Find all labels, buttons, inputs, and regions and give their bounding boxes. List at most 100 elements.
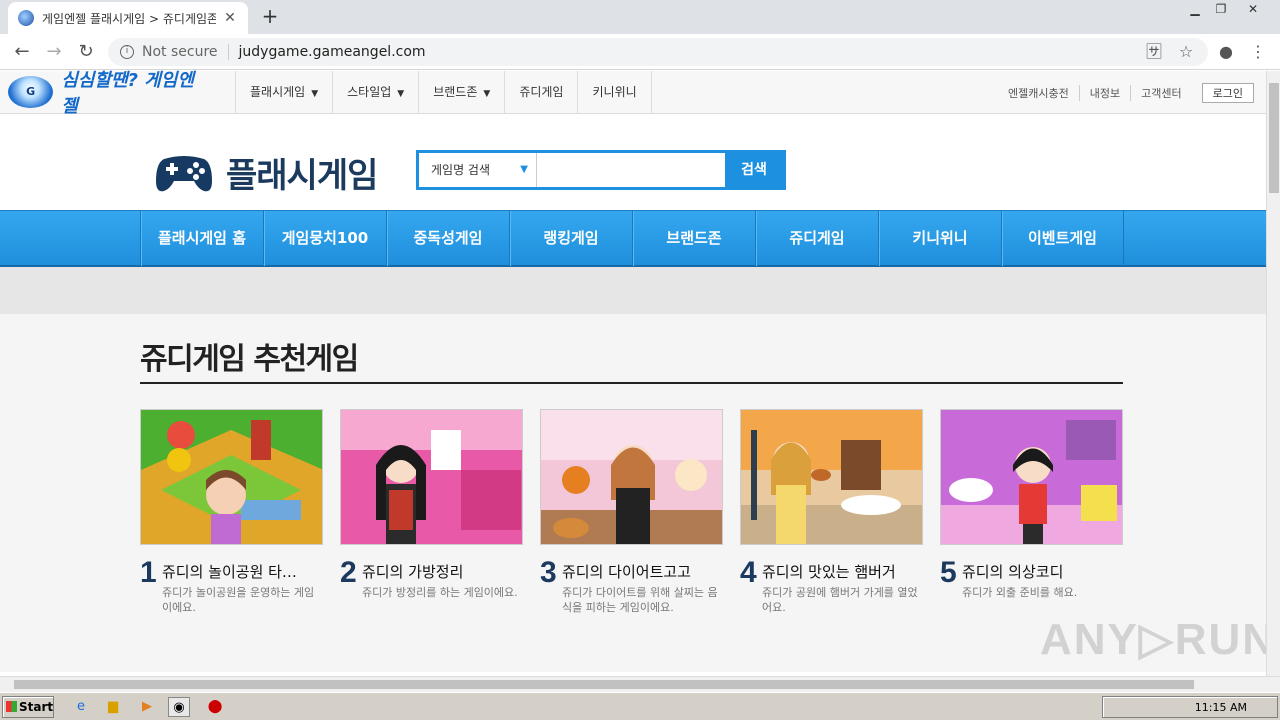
game-thumbnail[interactable]: [940, 409, 1123, 545]
horizontal-scrollbar[interactable]: [0, 676, 1280, 692]
close-tab-icon[interactable]: ✕: [222, 10, 238, 26]
top-links: 엔젤캐시충전 내정보 고객센터 로그인: [998, 83, 1254, 103]
nav-ranking-games[interactable]: 랭킹게임: [509, 211, 632, 266]
chevron-down-icon: ▼: [520, 164, 528, 175]
dropdown-arrow-icon: ▼: [397, 89, 405, 99]
top-menu-label: 브랜드존: [433, 85, 478, 99]
game-card[interactable]: 5 쥬디의 의상코디 쥬디가 외출 준비를 해요.: [940, 409, 1123, 615]
game-rank: 1: [140, 556, 157, 589]
search-type-select[interactable]: 게임명 검색 ▼: [419, 153, 537, 187]
stop-icon[interactable]: ⬤: [204, 697, 226, 717]
vertical-scroll-thumb[interactable]: [1269, 83, 1279, 193]
top-menu-flashgame[interactable]: 플래시게임 ▼: [235, 71, 332, 113]
cash-charge-link[interactable]: 엔젤캐시충전: [998, 85, 1080, 101]
game-title[interactable]: 쥬디의 다이어트고고: [562, 557, 723, 582]
nav-game-bundle-100[interactable]: 게임뭉치100: [263, 211, 386, 266]
top-menu-brandzone[interactable]: 브랜드존 ▼: [418, 71, 504, 113]
close-window-icon[interactable]: ✕: [1240, 0, 1266, 20]
profile-avatar-icon[interactable]: ●: [1216, 42, 1236, 62]
back-icon[interactable]: ←: [10, 40, 34, 64]
clock: 11:15 AM: [1194, 700, 1247, 714]
search-input[interactable]: [537, 153, 725, 187]
game-title[interactable]: 쥬디의 맛있는 햄버거: [762, 557, 923, 582]
gamepad-icon: [156, 155, 212, 191]
nav-kinywiny[interactable]: 키니위니: [878, 211, 1001, 266]
top-menu-label: 쥬디게임: [519, 85, 564, 99]
chrome-icon[interactable]: ◉: [168, 697, 190, 717]
section-divider: [140, 382, 1123, 384]
game-list: 1 쥬디의 놀이공원 타… 쥬디가 놀이공원을 운영하는 게임이에요. 2 쥬디…: [140, 409, 1140, 615]
top-menu: 플래시게임 ▼ 스타일업 ▼ 브랜드존 ▼ 쥬디게임 키니위니: [235, 71, 652, 113]
customer-center-link[interactable]: 고객센터: [1131, 85, 1191, 101]
dropdown-arrow-icon: ▼: [311, 89, 319, 99]
media-player-icon[interactable]: ▶: [136, 697, 158, 717]
browser-tab[interactable]: 게임엔젤 플래시게임 > 쥬디게임존 ✕: [8, 2, 248, 34]
top-menu-label: 스타일업: [347, 85, 392, 99]
site-header: 플래시게임 게임명 검색 ▼ 검색: [0, 114, 1266, 210]
menu-kebab-icon[interactable]: ⋮: [1248, 42, 1268, 62]
login-button[interactable]: 로그인: [1201, 83, 1254, 103]
game-description: 쥬디가 다이어트를 위해 살찌는 음식을 피하는 게임이에요.: [562, 586, 718, 614]
new-tab-button[interactable]: +: [258, 4, 282, 28]
top-menu-judygame[interactable]: 쥬디게임: [504, 71, 577, 113]
game-thumbnail[interactable]: [340, 409, 523, 545]
logo-text: 심심할땐? 게임엔젤: [61, 70, 194, 117]
browser-toolbar: ← → ↻ i Not secure judygame.gameangel.co…: [0, 34, 1280, 70]
game-thumbnail[interactable]: [540, 409, 723, 545]
top-menu-kinywiny[interactable]: 키니위니: [577, 71, 652, 113]
game-title[interactable]: 쥬디의 놀이공원 타…: [162, 557, 323, 582]
gray-band: [0, 267, 1266, 314]
section-title: 쥬디게임 추천게임: [140, 342, 359, 377]
game-thumbnail[interactable]: [140, 409, 323, 545]
not-secure-label: Not secure: [142, 44, 218, 60]
game-description: 쥬디가 놀이공원을 운영하는 게임이에요.: [162, 586, 315, 614]
horizontal-scroll-thumb[interactable]: [14, 680, 1194, 689]
site-top-bar: G 심심할땐? 게임엔젤 플래시게임 ▼ 스타일업 ▼ 브랜드존 ▼ 쥬디게임 키니위…: [0, 70, 1266, 117]
nav-event-games[interactable]: 이벤트게임: [1001, 211, 1124, 266]
game-rank: 4: [740, 556, 757, 589]
game-card[interactable]: 1 쥬디의 놀이공원 타… 쥬디가 놀이공원을 운영하는 게임이에요.: [140, 409, 323, 615]
nav-addictive-games[interactable]: 중독성게임: [386, 211, 509, 266]
vertical-scrollbar[interactable]: [1266, 71, 1280, 676]
main-nav: 플래시게임 홈 게임뭉치100 중독성게임 랭킹게임 브랜드존 쥬디게임 키니위…: [0, 210, 1266, 267]
game-description: 쥬디가 외출 준비를 해요.: [962, 586, 1078, 599]
game-card[interactable]: 2 쥬디의 가방정리 쥬디가 방정리를 하는 게임이에요.: [340, 409, 523, 615]
forward-icon[interactable]: →: [42, 40, 66, 64]
top-menu-styleup[interactable]: 스타일업 ▼: [332, 71, 418, 113]
reload-icon[interactable]: ↻: [74, 40, 98, 64]
game-rank: 3: [540, 556, 557, 589]
game-description: 쥬디가 공원에 햄버거 가게를 열었어요.: [762, 586, 918, 614]
nav-judygame[interactable]: 쥬디게임: [755, 211, 878, 266]
game-rank: 2: [340, 556, 357, 589]
game-thumbnail[interactable]: [740, 409, 923, 545]
gameangel-logo[interactable]: G 심심할땐? 게임엔젤: [8, 70, 208, 117]
logo-badge: G: [8, 76, 54, 108]
anyrun-watermark: ANY▷RUN: [1040, 615, 1277, 664]
game-title[interactable]: 쥬디의 가방정리: [362, 557, 523, 582]
bookmark-star-icon[interactable]: ☆: [1176, 42, 1196, 62]
omnibox-divider: [227, 44, 229, 60]
recommended-section: 쥬디게임 추천게임 1 쥬디의 놀이공원 타… 쥬디가 놀이공원을 운영하는 게…: [0, 314, 1274, 672]
top-menu-label: 키니위니: [592, 85, 637, 99]
folder-icon[interactable]: ▆: [102, 697, 124, 717]
search-button[interactable]: 검색: [725, 153, 783, 187]
nav-flashgame-home[interactable]: 플래시게임 홈: [140, 211, 263, 266]
url-text[interactable]: judygame.gameangel.com: [239, 44, 426, 60]
minimize-icon[interactable]: ▁: [1182, 0, 1208, 20]
game-card[interactable]: 4 쥬디의 맛있는 햄버거 쥬디가 공원에 햄버거 가게를 열었어요.: [740, 409, 923, 615]
browser-tabstrip: 게임엔젤 플래시게임 > 쥬디게임존 ✕ + ▁ ❐ ✕: [0, 0, 1280, 34]
my-info-link[interactable]: 내정보: [1080, 85, 1132, 101]
restore-icon[interactable]: ❐: [1208, 0, 1234, 20]
start-button[interactable]: Start: [2, 696, 54, 718]
game-title[interactable]: 쥬디의 의상코디: [962, 557, 1123, 582]
game-card[interactable]: 3 쥬디의 다이어트고고 쥬디가 다이어트를 위해 살찌는 음식을 피하는 게임…: [540, 409, 723, 615]
search-type-label: 게임명 검색: [431, 163, 491, 177]
nav-brandzone[interactable]: 브랜드존: [632, 211, 755, 266]
start-label: Start: [19, 700, 54, 714]
info-icon[interactable]: i: [120, 45, 134, 59]
ie-icon[interactable]: e: [70, 697, 92, 717]
translate-icon[interactable]: 🈂: [1144, 42, 1164, 62]
address-bar[interactable]: i Not secure judygame.gameangel.com: [108, 38, 1208, 66]
flashgame-logo[interactable]: 플래시게임: [154, 148, 378, 197]
game-description: 쥬디가 방정리를 하는 게임이에요.: [362, 586, 518, 599]
